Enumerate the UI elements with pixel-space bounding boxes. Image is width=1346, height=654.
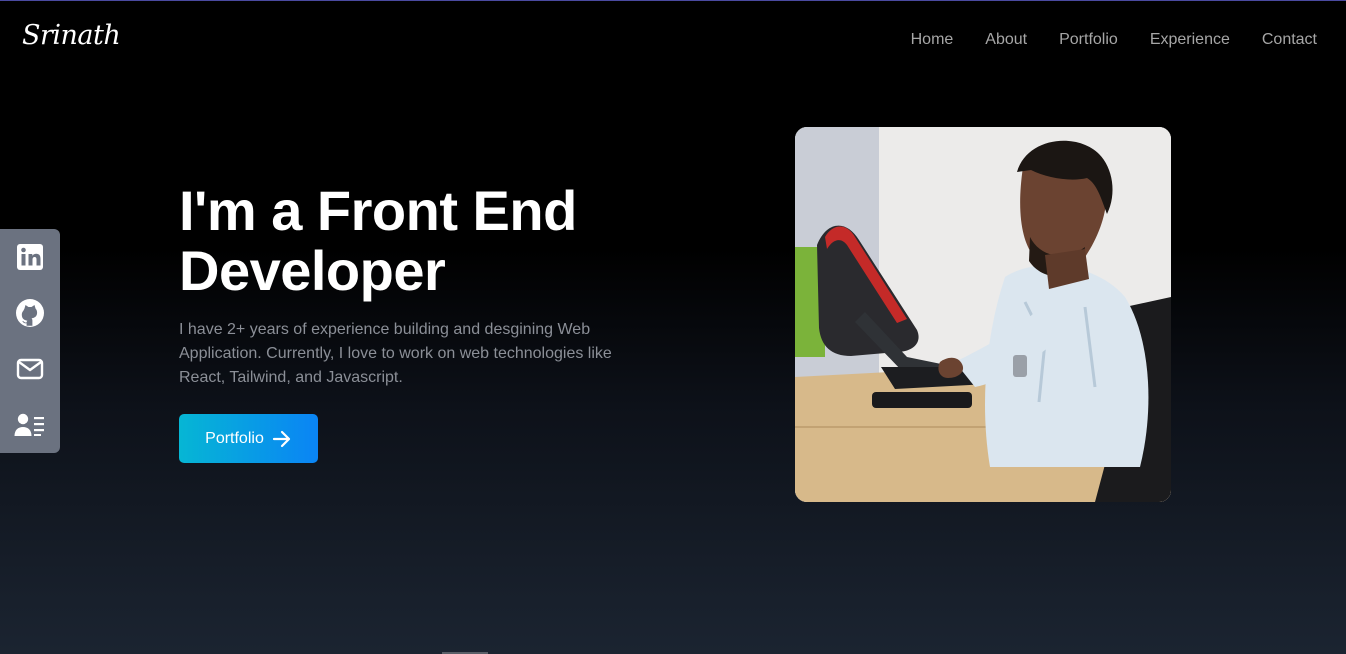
portfolio-button[interactable]: Portfolio — [179, 414, 318, 463]
social-sidebar — [0, 229, 60, 453]
hero-title: I'm a Front End Developer — [179, 181, 719, 301]
profile-photo-illustration — [795, 127, 1171, 502]
github-icon — [16, 299, 44, 327]
nav-links: Home About Portfolio Experience Contact — [879, 31, 1317, 49]
linkedin-icon — [17, 244, 43, 270]
profile-photo — [795, 127, 1171, 502]
nav-link-portfolio[interactable]: Portfolio — [1059, 31, 1118, 49]
nav-link-experience[interactable]: Experience — [1150, 31, 1230, 49]
github-link[interactable] — [0, 285, 60, 341]
resume-icon — [14, 413, 44, 436]
mail-icon — [16, 358, 44, 380]
nav-link-contact[interactable]: Contact — [1262, 31, 1317, 49]
logo[interactable]: Srinath — [22, 20, 121, 51]
hero-description: I have 2+ years of experience building a… — [179, 321, 612, 386]
nav-link-about[interactable]: About — [985, 31, 1027, 49]
nav-link-home[interactable]: Home — [911, 31, 954, 49]
hero-title-line-2: Developer — [179, 239, 446, 302]
resume-link[interactable] — [0, 397, 60, 453]
hero-title-line-1: I'm a Front End — [179, 179, 577, 242]
arrow-right-icon — [272, 430, 290, 447]
mail-link[interactable] — [0, 341, 60, 397]
navbar: Srinath Home About Portfolio Experience … — [0, 0, 1346, 80]
portfolio-button-label: Portfolio — [205, 429, 264, 447]
linkedin-link[interactable] — [0, 229, 60, 285]
